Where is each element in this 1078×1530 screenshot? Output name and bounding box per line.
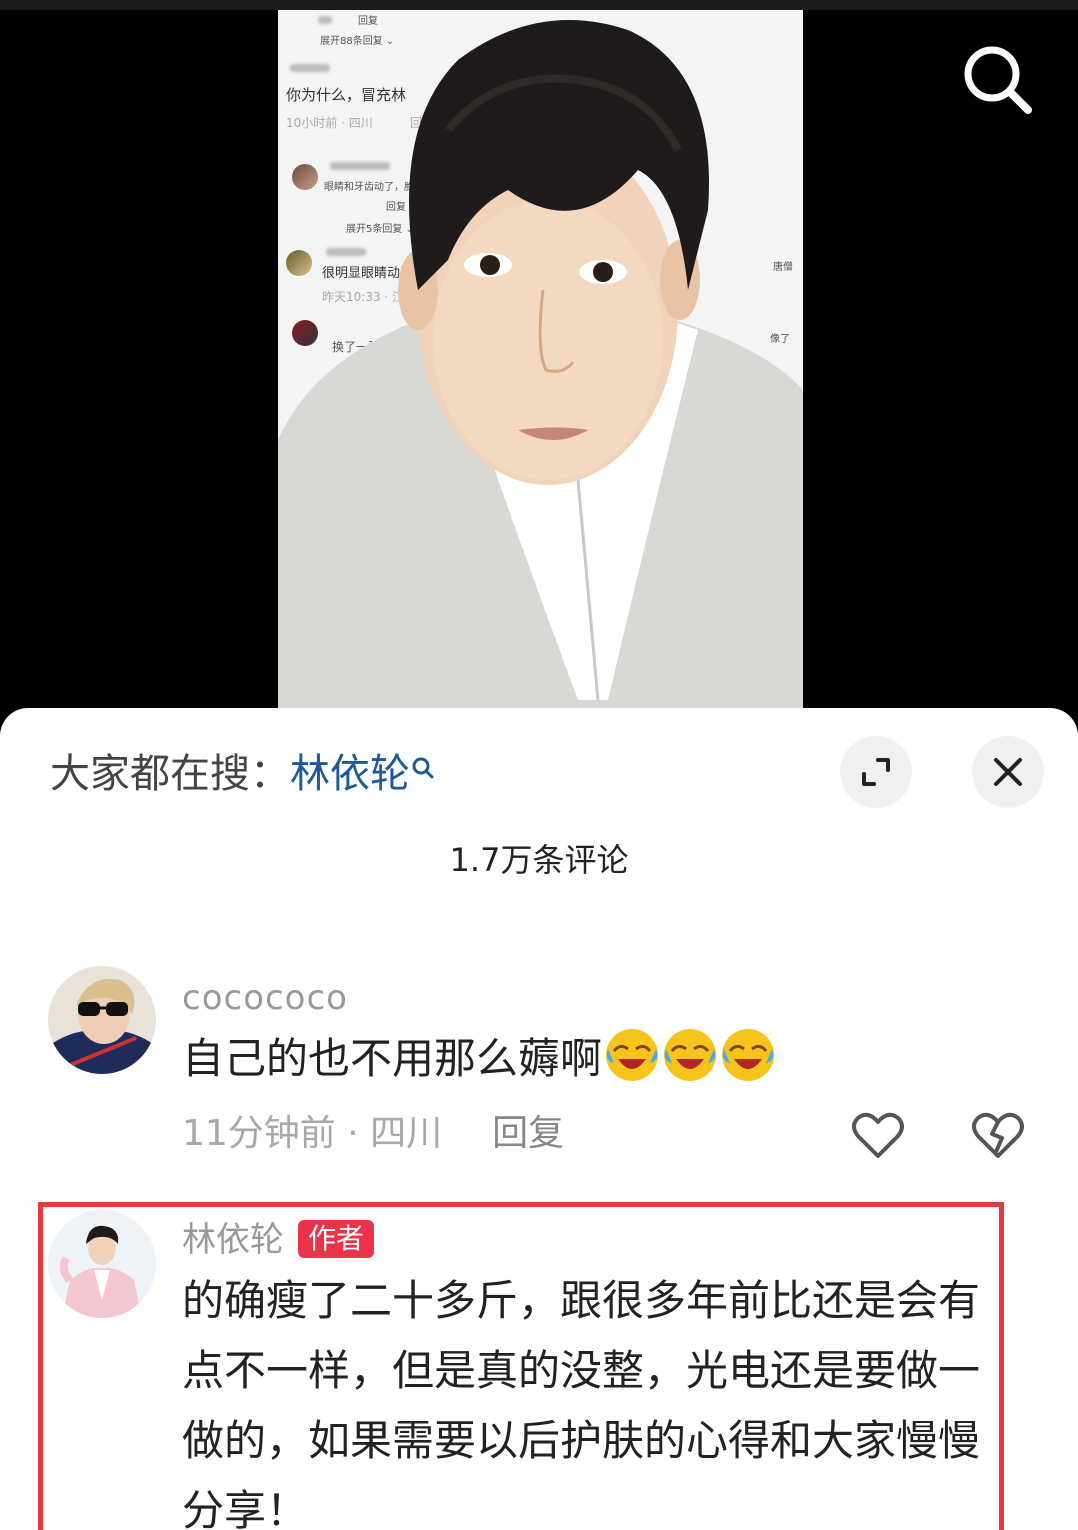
search-icon	[410, 742, 436, 794]
username[interactable]: cocococo	[182, 976, 348, 1020]
comment-location: 四川	[370, 1113, 443, 1154]
person-figure	[278, 20, 803, 710]
author-badge: 作者	[298, 1220, 375, 1258]
comment-time: 11分钟前	[182, 1113, 336, 1154]
comment-item-author: 林依轮 作者 的确瘦了二十多斤，跟很多年前比还是会有点不一样，但是真的没整，光电还…	[0, 1208, 1078, 1530]
close-button[interactable]	[972, 736, 1044, 808]
search-button[interactable]	[958, 40, 1038, 120]
video-player[interactable]: 回复 展开88条回复 ⌄ 你为什么，冒充林 10小时前 · 四川 回 眼睛和牙齿…	[0, 0, 1078, 712]
comment-sheet: 大家都在搜：林依轮 1.7万条评论 cocococo 自己的也不用那么薅啊 11…	[0, 708, 1078, 1530]
status-strip	[0, 0, 1078, 10]
broken-heart-icon	[972, 1112, 1024, 1158]
expand-button[interactable]	[840, 736, 912, 808]
heart-icon	[852, 1112, 904, 1158]
reply-button[interactable]: 回复	[492, 1113, 564, 1154]
laugh-cry-emoji	[604, 1027, 660, 1083]
comment-meta: 11分钟前 · 四川 回复	[182, 1112, 564, 1156]
trending-search: 大家都在搜：林依轮	[50, 748, 436, 800]
video-frame[interactable]: 回复 展开88条回复 ⌄ 你为什么，冒充林 10小时前 · 四川 回 眼睛和牙齿…	[278, 10, 803, 710]
avatar[interactable]	[48, 1210, 156, 1318]
comment-text: 的确瘦了二十多斤，跟很多年前比还是会有点不一样，但是真的没整，光电还是要做一做的…	[182, 1276, 981, 1530]
like-button[interactable]	[848, 1106, 908, 1166]
meta-separator: ·	[335, 1113, 371, 1154]
close-icon	[994, 758, 1022, 786]
comment-count: 1.7万条评论	[449, 841, 629, 879]
author-name[interactable]: 林依轮	[182, 1220, 284, 1260]
laugh-cry-emoji	[720, 1027, 776, 1083]
comment-body: 自己的也不用那么薅啊	[182, 1034, 603, 1083]
dislike-button[interactable]	[968, 1106, 1028, 1166]
expand-icon	[862, 758, 890, 786]
trending-prefix: 大家都在搜：	[50, 751, 290, 797]
comment-item: cocococo 自己的也不用那么薅啊 11分钟前 · 四川 回复	[0, 966, 1078, 1166]
avatar[interactable]	[48, 966, 156, 1074]
username: 林依轮 作者	[182, 1218, 375, 1262]
search-icon	[964, 46, 1032, 114]
trending-keyword-link[interactable]: 林依轮	[290, 751, 410, 797]
comment-text: 自己的也不用那么薅啊	[182, 1024, 776, 1094]
laugh-cry-emoji	[662, 1027, 718, 1083]
